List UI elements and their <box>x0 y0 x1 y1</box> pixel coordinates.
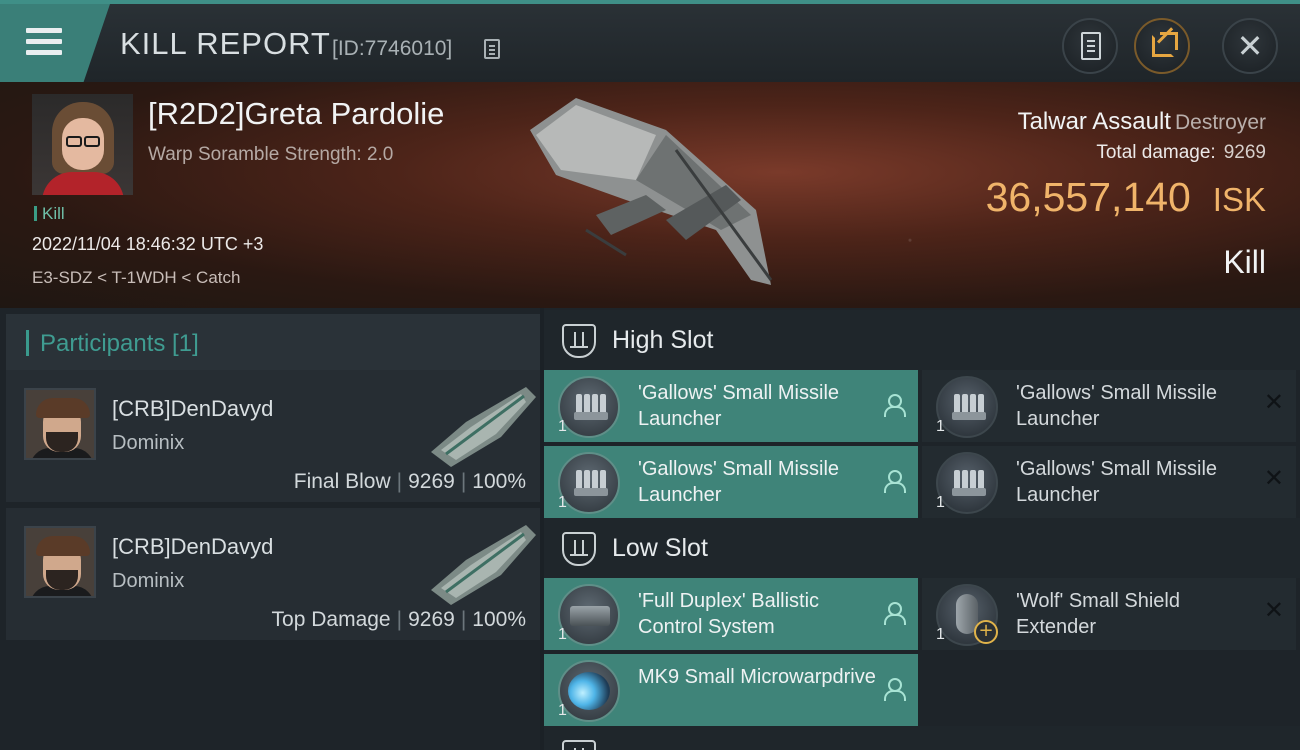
total-damage: Total damage: 9269 <box>1096 142 1266 163</box>
person-icon <box>884 602 906 625</box>
person-icon <box>884 678 906 701</box>
module-item[interactable]: 1 'Full Duplex' Ballistic Control System <box>544 578 918 650</box>
victim-name[interactable]: [R2D2]Greta Pardolie <box>148 96 444 132</box>
participant-row[interactable]: [CRB]DenDavyd Dominix Final Blow | 9269 | 10… <box>6 370 540 502</box>
low-slot-header: Low Slot <box>544 518 1300 578</box>
top-bar: KILL REPORT [ID:7746010] ✕ <box>0 0 1300 82</box>
module-name: 'Gallows' Small Missile Launcher <box>638 458 840 506</box>
menu-button[interactable] <box>0 4 110 82</box>
kill-datetime: 2022/11/04 18:46:32 UTC +3 <box>32 234 264 254</box>
fitting-panel: High Slot 1 'Gallows' Small Missile Laun… <box>544 308 1300 750</box>
slot-icon <box>562 532 596 566</box>
participant-name: [CRB]DenDavyd <box>112 534 274 559</box>
victim-banner: [R2D2]Greta Pardolie Warp Soramble Stren… <box>0 82 1300 308</box>
mid-slot-header <box>544 726 1300 750</box>
share-button[interactable] <box>1134 18 1190 74</box>
participant-name: [CRB]DenDavyd <box>112 396 274 421</box>
slot-icon <box>562 740 596 750</box>
module-name: MK9 Small Microwarpdrive <box>638 666 876 688</box>
participant-ship-image <box>431 525 536 605</box>
participants-panel: Participants [1] [CRB]DenDavyd Dominix F… <box>0 308 540 750</box>
close-button[interactable]: ✕ <box>1222 18 1278 74</box>
module-name: 'Gallows' Small Missile Launcher <box>638 382 840 430</box>
module-name: 'Gallows' Small Missile Launcher <box>1016 382 1218 430</box>
x-icon: ✕ <box>1263 464 1284 492</box>
page-title: KILL REPORT <box>120 26 331 61</box>
close-icon: ✕ <box>1236 27 1264 65</box>
participants-header[interactable]: Participants [1] <box>6 314 540 372</box>
module-item[interactable]: 1 MK9 Small Microwarpdrive <box>544 654 918 726</box>
module-name: 'Gallows' Small Missile Launcher <box>1016 458 1218 506</box>
module-item[interactable]: + 1 'Wolf' Small Shield Extender ✕ <box>922 578 1296 650</box>
x-icon: ✕ <box>1263 596 1284 624</box>
warp-scramble-strength: Warp Soramble Strength: 2.0 <box>148 144 394 165</box>
person-icon <box>884 470 906 493</box>
slot-icon <box>562 324 596 358</box>
participant-ship: Dominix <box>112 570 185 592</box>
module-item[interactable]: 1 'Gallows' Small Missile Launcher ✕ <box>922 446 1296 518</box>
kill-location: E3-SDZ < T-1WDH < Catch <box>32 268 241 287</box>
copy-icon[interactable] <box>484 39 500 59</box>
module-item[interactable]: 1 'Gallows' Small Missile Launcher <box>544 446 918 518</box>
missile-launcher-icon <box>936 376 998 438</box>
missile-launcher-icon <box>936 452 998 514</box>
kill-outcome: Kill <box>1223 244 1266 280</box>
participant-stats: Top Damage | 9269 | 100% <box>271 608 526 631</box>
clipboard-button[interactable] <box>1062 18 1118 74</box>
shield-extender-icon: + <box>936 584 998 646</box>
victim-avatar[interactable] <box>32 94 133 195</box>
module-name: 'Full Duplex' Ballistic Control System <box>638 590 820 638</box>
high-slot-header: High Slot <box>544 310 1300 370</box>
hamburger-icon-line <box>26 28 62 33</box>
victim-ship[interactable]: Talwar Assault Destroyer <box>1018 108 1266 136</box>
x-icon: ✕ <box>1263 388 1284 416</box>
microwarpdrive-icon <box>558 660 620 722</box>
module-item[interactable]: 1 'Gallows' Small Missile Launcher <box>544 370 918 442</box>
ballistic-control-icon <box>558 584 620 646</box>
clipboard-icon <box>1081 32 1101 60</box>
participant-row[interactable]: [CRB]DenDavyd Dominix Top Damage | 9269 | 10… <box>6 508 540 640</box>
participant-stats: Final Blow | 9269 | 100% <box>293 470 526 493</box>
missile-launcher-icon <box>558 376 620 438</box>
victim-ship-image <box>530 98 773 285</box>
avatar[interactable] <box>24 388 96 460</box>
isk-value: 36,557,140 ISK <box>985 174 1266 220</box>
hamburger-icon-line <box>26 39 62 44</box>
person-icon <box>884 394 906 417</box>
participant-ship: Dominix <box>112 432 185 454</box>
module-item[interactable]: 1 'Gallows' Small Missile Launcher ✕ <box>922 370 1296 442</box>
report-id: [ID:7746010] <box>332 37 453 60</box>
avatar[interactable] <box>24 526 96 598</box>
hamburger-icon-line <box>26 50 62 55</box>
module-name: 'Wolf' Small Shield Extender <box>1016 590 1180 638</box>
missile-launcher-icon <box>558 452 620 514</box>
kill-tag: Kill <box>34 204 65 224</box>
participant-ship-image <box>431 387 536 467</box>
